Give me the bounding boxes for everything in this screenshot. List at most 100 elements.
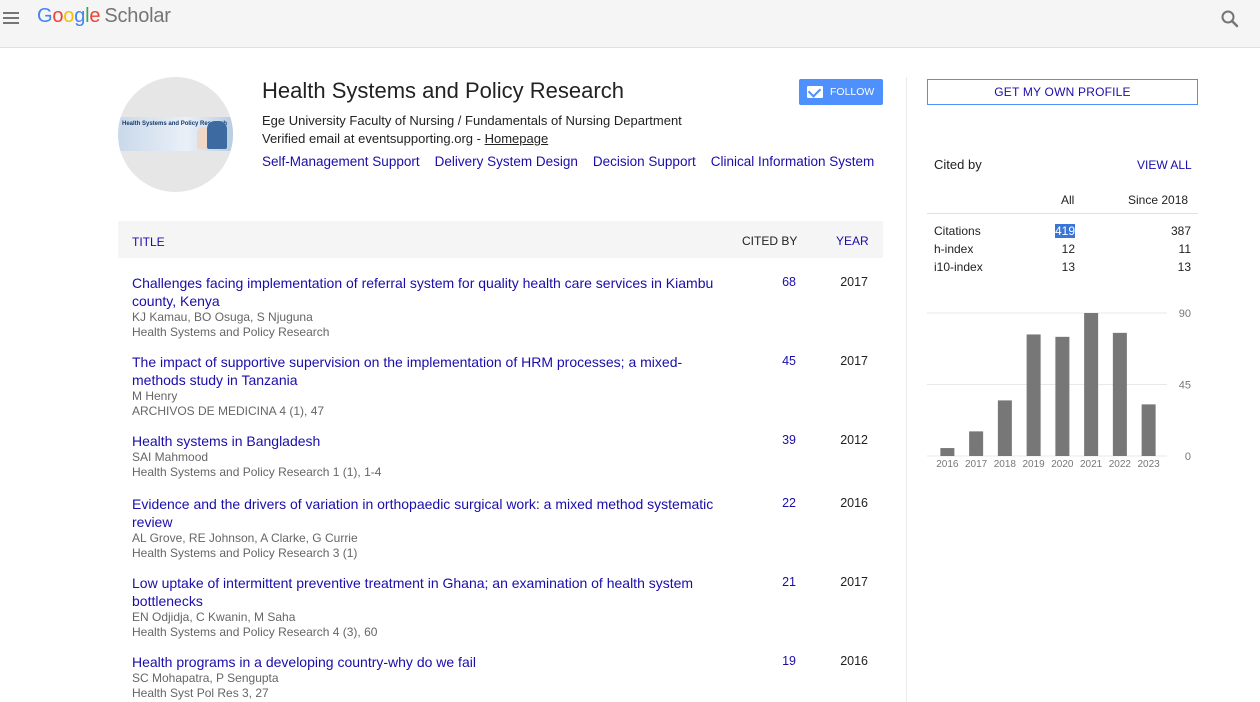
table-header: TITLE CITED BY YEAR: [118, 221, 883, 258]
x-tick-label: 2021: [1080, 459, 1103, 470]
chart-bar[interactable]: [969, 431, 984, 456]
article-year: 2016: [840, 654, 868, 668]
sort-by-cited[interactable]: CITED BY: [742, 234, 797, 248]
chart-bar[interactable]: [940, 448, 955, 456]
divider: [927, 213, 1198, 214]
top-bar: Google Scholar: [0, 0, 1260, 48]
stat-label: Citations: [934, 224, 981, 238]
x-tick-label: 2023: [1138, 459, 1161, 470]
cited-by-count[interactable]: 21: [782, 575, 796, 589]
divider: [906, 77, 907, 702]
x-tick-label: 2018: [994, 459, 1017, 470]
stat-label: h-index: [934, 242, 974, 256]
article-year: 2016: [840, 496, 868, 510]
article-title-link[interactable]: Challenges facing implementation of refe…: [132, 274, 732, 310]
article-title-link[interactable]: Low uptake of intermittent preventive tr…: [132, 574, 732, 610]
get-my-own-profile-button[interactable]: GET MY OWN PROFILE: [927, 79, 1198, 105]
cited-by-count[interactable]: 68: [782, 275, 796, 289]
article-authors: EN Odjidja, C Kwanin, M Saha: [132, 610, 296, 624]
stats-col-all: All: [1061, 193, 1075, 207]
chart-bar[interactable]: [1112, 332, 1127, 456]
stat-label: i10-index: [934, 260, 983, 274]
chart-bar[interactable]: [1055, 336, 1070, 456]
stats-col-since: Since 2018: [1128, 193, 1189, 207]
profile-name: Health Systems and Policy Research: [262, 78, 624, 103]
chart-bar[interactable]: [1084, 313, 1099, 456]
sort-by-year[interactable]: YEAR: [836, 234, 869, 248]
article-venue: Health Systems and Policy Research 3 (1): [132, 546, 358, 560]
interest-link[interactable]: Clinical Information System: [711, 154, 875, 169]
article-authors: KJ Kamau, BO Osuga, S Njuguna: [132, 310, 313, 324]
article-venue: ARCHIVOS DE MEDICINA 4 (1), 47: [132, 404, 325, 418]
interest-link[interactable]: Decision Support: [593, 154, 696, 169]
article-venue: Health Systems and Policy Research 1 (1)…: [132, 465, 382, 479]
stat-all: 13: [1061, 260, 1075, 274]
cited-by-count[interactable]: 45: [782, 354, 796, 368]
chart-bar[interactable]: [1141, 404, 1156, 456]
stat-since: 11: [1178, 242, 1191, 256]
interest-link[interactable]: Self-Management Support: [262, 154, 420, 169]
cited-by-heading: Cited by: [934, 157, 982, 172]
article-title-link[interactable]: Health programs in a developing country-…: [132, 653, 732, 671]
logo-letter: o: [63, 5, 75, 27]
cited-by-count[interactable]: 39: [782, 433, 796, 447]
y-tick-label: 90: [1179, 308, 1191, 320]
avatar-figure: [207, 121, 227, 149]
logo-product: Scholar: [104, 5, 171, 27]
x-tick-label: 2019: [1023, 459, 1046, 470]
stats-row-citations: Citations 419 387: [934, 224, 1191, 240]
logo-letter: e: [89, 5, 101, 27]
article-venue: Health Systems and Policy Research: [132, 325, 330, 339]
chart-bar[interactable]: [1026, 334, 1041, 456]
cited-by-count[interactable]: 19: [782, 654, 796, 668]
google-scholar-logo[interactable]: Google Scholar: [37, 5, 171, 28]
article-authors: AL Grove, RE Johnson, A Clarke, G Currie: [132, 531, 358, 545]
follow-label: FOLLOW: [830, 86, 875, 98]
avatar-image: Health Systems and Policy Research: [118, 117, 233, 151]
cited-by-count[interactable]: 22: [782, 496, 796, 510]
x-tick-label: 2022: [1109, 459, 1132, 470]
view-all-link[interactable]: VIEW ALL: [1137, 158, 1192, 172]
article-venue: Health Systems and Policy Research 4 (3)…: [132, 625, 378, 639]
interests: Self-Management Support Delivery System …: [262, 154, 874, 169]
search-icon[interactable]: [1220, 9, 1240, 29]
article-year: 2017: [840, 275, 868, 289]
envelope-icon: [807, 86, 823, 98]
article-authors: SAI Mahmood: [132, 450, 209, 464]
x-tick-label: 2020: [1051, 459, 1074, 470]
stats-row-h-index: h-index 12 11: [934, 242, 1191, 258]
x-tick-label: 2016: [936, 459, 959, 470]
article-authors: M Henry: [132, 389, 178, 403]
x-tick-label: 2017: [965, 459, 988, 470]
stat-since: 387: [1170, 224, 1191, 238]
stat-all: 12: [1061, 242, 1075, 256]
menu-icon[interactable]: [3, 9, 21, 27]
y-tick-label: 45: [1179, 380, 1191, 392]
article-title-link[interactable]: Health systems in Bangladesh: [132, 432, 732, 450]
article-authors: SC Mohapatra, P Sengupta: [132, 671, 279, 685]
y-tick-label: 0: [1185, 451, 1191, 463]
chart-bar[interactable]: [997, 400, 1012, 456]
avatar: Health Systems and Policy Research: [118, 77, 233, 192]
stat-all[interactable]: 419: [1054, 224, 1075, 238]
homepage-link[interactable]: Homepage: [485, 131, 549, 146]
stat-since: 13: [1177, 260, 1191, 274]
article-year: 2017: [840, 575, 868, 589]
profile-affiliation: Ege University Faculty of Nursing / Fund…: [262, 113, 682, 128]
article-title-link[interactable]: The impact of supportive supervision on …: [132, 353, 732, 389]
logo-letter: G: [37, 5, 53, 27]
verified-email: Verified email at eventsupporting.org -: [262, 131, 485, 146]
article-year: 2017: [840, 354, 868, 368]
profile-verified: Verified email at eventsupporting.org - …: [262, 131, 548, 146]
interest-link[interactable]: Delivery System Design: [435, 154, 578, 169]
citations-chart-svg: 0 45 90 2016 2017 2018 2019 2020 2021 2022 2023: [927, 308, 1191, 470]
follow-button[interactable]: FOLLOW: [799, 79, 883, 105]
citations-chart: 0 45 90 2016 2017 2018 2019 2020 2021 2022 2023: [927, 300, 1198, 475]
article-title-link[interactable]: Evidence and the drivers of variation in…: [132, 495, 732, 531]
logo-letter: g: [74, 5, 86, 27]
stats-row-i10-index: i10-index 13 13: [934, 260, 1191, 276]
logo-letter: o: [52, 5, 64, 27]
article-year: 2012: [840, 433, 868, 447]
sort-by-title[interactable]: TITLE: [132, 235, 165, 249]
article-venue: Health Syst Pol Res 3, 27: [132, 686, 269, 700]
